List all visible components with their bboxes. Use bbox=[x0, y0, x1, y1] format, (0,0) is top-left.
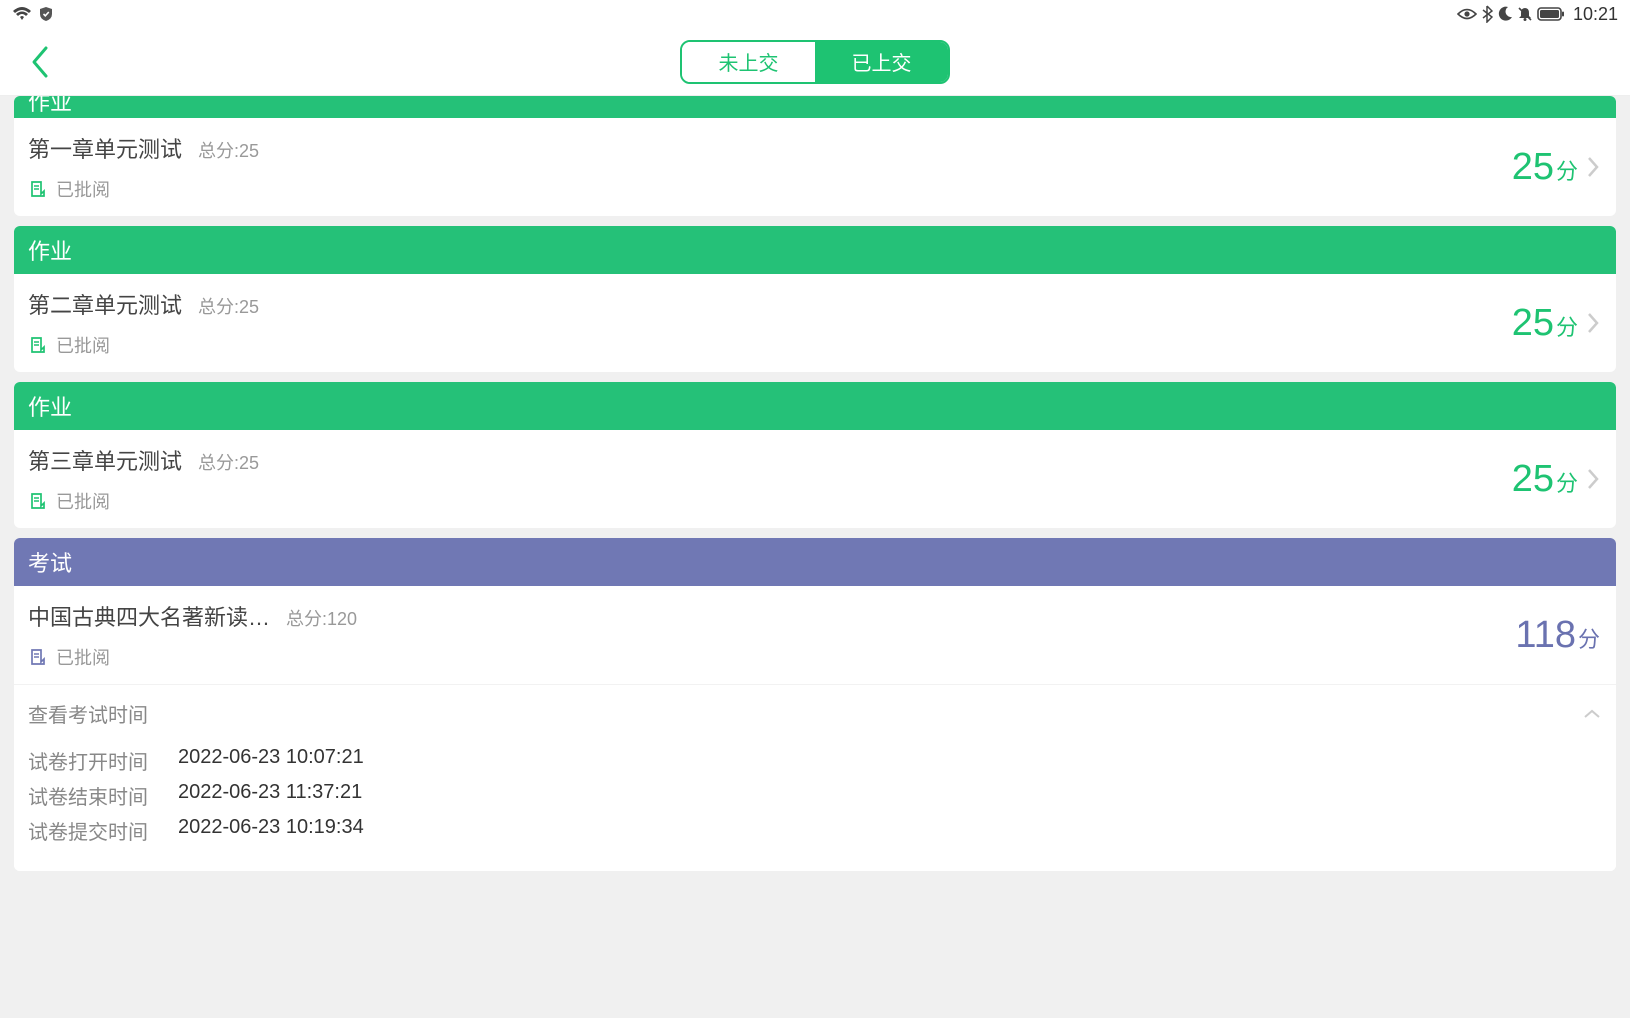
chevron-up-icon[interactable] bbox=[1582, 708, 1602, 720]
reviewed-icon bbox=[28, 648, 46, 666]
reviewed-icon bbox=[28, 180, 46, 198]
exam-card[interactable]: 考试 中国古典四大名著新读… 总分:120 已批阅 118 分 bbox=[14, 538, 1616, 871]
time-label-end: 试卷结束时间 bbox=[28, 781, 158, 810]
assignment-title: 第一章单元测试 bbox=[28, 132, 182, 164]
assignment-total: 总分:25 bbox=[198, 137, 259, 163]
exam-time-row: 试卷提交时间 2022-06-23 10:19:34 bbox=[28, 816, 1602, 845]
exam-time-panel: 查看考试时间 试卷打开时间 2022-06-23 10:07:21 试卷结束时间… bbox=[14, 684, 1616, 871]
score-unit: 分 bbox=[1556, 154, 1578, 186]
eye-icon bbox=[1457, 7, 1477, 21]
exam-total: 总分:120 bbox=[286, 605, 357, 631]
wifi-icon bbox=[12, 6, 32, 22]
time-value-open: 2022-06-23 10:07:21 bbox=[178, 746, 364, 775]
category-header-exam: 考试 bbox=[14, 538, 1616, 586]
bluetooth-icon bbox=[1481, 5, 1493, 23]
chevron-right-icon bbox=[1586, 155, 1600, 179]
category-header-homework: 作业 bbox=[14, 226, 1616, 274]
assignment-score: 25 bbox=[1512, 302, 1554, 345]
shield-check-icon bbox=[38, 6, 54, 22]
category-header-homework: 作业 bbox=[14, 382, 1616, 430]
assignment-list: 作业 第一章单元测试 总分:25 已批阅 25 分 bbox=[0, 96, 1630, 871]
tab-submitted[interactable]: 已上交 bbox=[815, 42, 948, 82]
exam-status: 已批阅 bbox=[56, 644, 110, 670]
assignment-title: 第三章单元测试 bbox=[28, 444, 182, 476]
bell-off-icon bbox=[1517, 6, 1533, 22]
submission-tabs: 未上交 已上交 bbox=[680, 40, 950, 84]
chevron-right-icon bbox=[1586, 467, 1600, 491]
exam-title: 中国古典四大名著新读… bbox=[28, 600, 270, 632]
assignment-card[interactable]: 作业 第三章单元测试 总分:25 已批阅 25 分 bbox=[14, 382, 1616, 528]
score-unit: 分 bbox=[1556, 466, 1578, 498]
time-label-submit: 试卷提交时间 bbox=[28, 816, 158, 845]
back-button[interactable] bbox=[20, 42, 60, 82]
assignment-total: 总分:25 bbox=[198, 293, 259, 319]
exam-time-row: 试卷打开时间 2022-06-23 10:07:21 bbox=[28, 746, 1602, 775]
score-unit: 分 bbox=[1578, 622, 1600, 654]
category-header-homework: 作业 bbox=[14, 96, 1616, 118]
assignment-status: 已批阅 bbox=[56, 488, 110, 514]
reviewed-icon bbox=[28, 492, 46, 510]
time-value-end: 2022-06-23 11:37:21 bbox=[178, 781, 362, 810]
score-unit: 分 bbox=[1556, 310, 1578, 342]
exam-score: 118 bbox=[1515, 614, 1576, 657]
status-bar: 10:21 bbox=[0, 0, 1630, 28]
assignment-score: 25 bbox=[1512, 146, 1554, 189]
time-label-open: 试卷打开时间 bbox=[28, 746, 158, 775]
tab-unsubmitted[interactable]: 未上交 bbox=[682, 42, 815, 82]
assignment-total: 总分:25 bbox=[198, 449, 259, 475]
time-value-submit: 2022-06-23 10:19:34 bbox=[178, 816, 364, 845]
chevron-right-icon bbox=[1586, 311, 1600, 335]
status-time: 10:21 bbox=[1573, 4, 1618, 25]
exam-time-header: 查看考试时间 bbox=[28, 699, 148, 728]
reviewed-icon bbox=[28, 336, 46, 354]
assignment-status: 已批阅 bbox=[56, 176, 110, 202]
assignment-score: 25 bbox=[1512, 458, 1554, 501]
nav-bar: 未上交 已上交 bbox=[0, 28, 1630, 96]
assignment-card[interactable]: 作业 第一章单元测试 总分:25 已批阅 25 分 bbox=[14, 96, 1616, 216]
exam-time-row: 试卷结束时间 2022-06-23 11:37:21 bbox=[28, 781, 1602, 810]
assignment-title: 第二章单元测试 bbox=[28, 288, 182, 320]
assignment-card[interactable]: 作业 第二章单元测试 总分:25 已批阅 25 分 bbox=[14, 226, 1616, 372]
moon-icon bbox=[1497, 6, 1513, 22]
battery-icon bbox=[1537, 7, 1565, 21]
assignment-status: 已批阅 bbox=[56, 332, 110, 358]
